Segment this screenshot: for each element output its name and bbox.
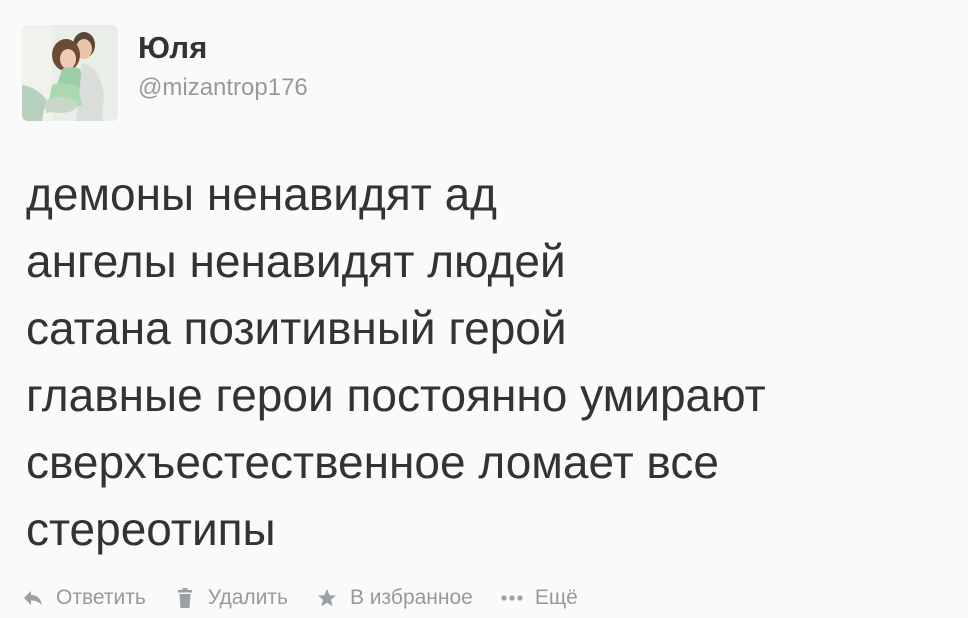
tweet-line: стереотипы [26,503,276,555]
avatar-image [22,25,118,121]
star-icon [316,587,338,609]
avatar[interactable] [22,25,118,121]
favorite-button[interactable]: В избранное [316,586,473,610]
reply-button[interactable]: Ответить [22,586,146,610]
tweet-actions: Ответить Удалить В избранное Ещё [22,586,606,610]
delete-button[interactable]: Удалить [174,586,288,610]
display-name[interactable]: Юля [138,30,308,66]
tweet-line: демоны ненавидят ад [26,168,498,220]
username[interactable]: @mizantrop176 [138,74,308,102]
more-button[interactable]: Ещё [501,586,578,610]
delete-label: Удалить [207,586,288,609]
tweet-line: сатана позитивный герой [26,302,567,354]
tweet-line: главные герои постоянно умирают [26,369,766,421]
tweet-card: Юля @mizantrop176 демоны ненавидят ад ан… [0,0,968,618]
tweet-line: сверхъестественное ломает все [26,436,719,488]
more-dots-icon [501,587,523,609]
user-info: Юля @mizantrop176 [138,30,308,102]
more-label: Ещё [534,586,578,609]
tweet-text: демоны ненавидят ад ангелы ненавидят люд… [26,161,946,563]
favorite-label: В избранное [349,586,473,609]
reply-label: Ответить [56,586,146,609]
reply-icon [22,587,44,609]
tweet-line: ангелы ненавидят людей [26,235,566,287]
trash-icon [174,587,196,609]
